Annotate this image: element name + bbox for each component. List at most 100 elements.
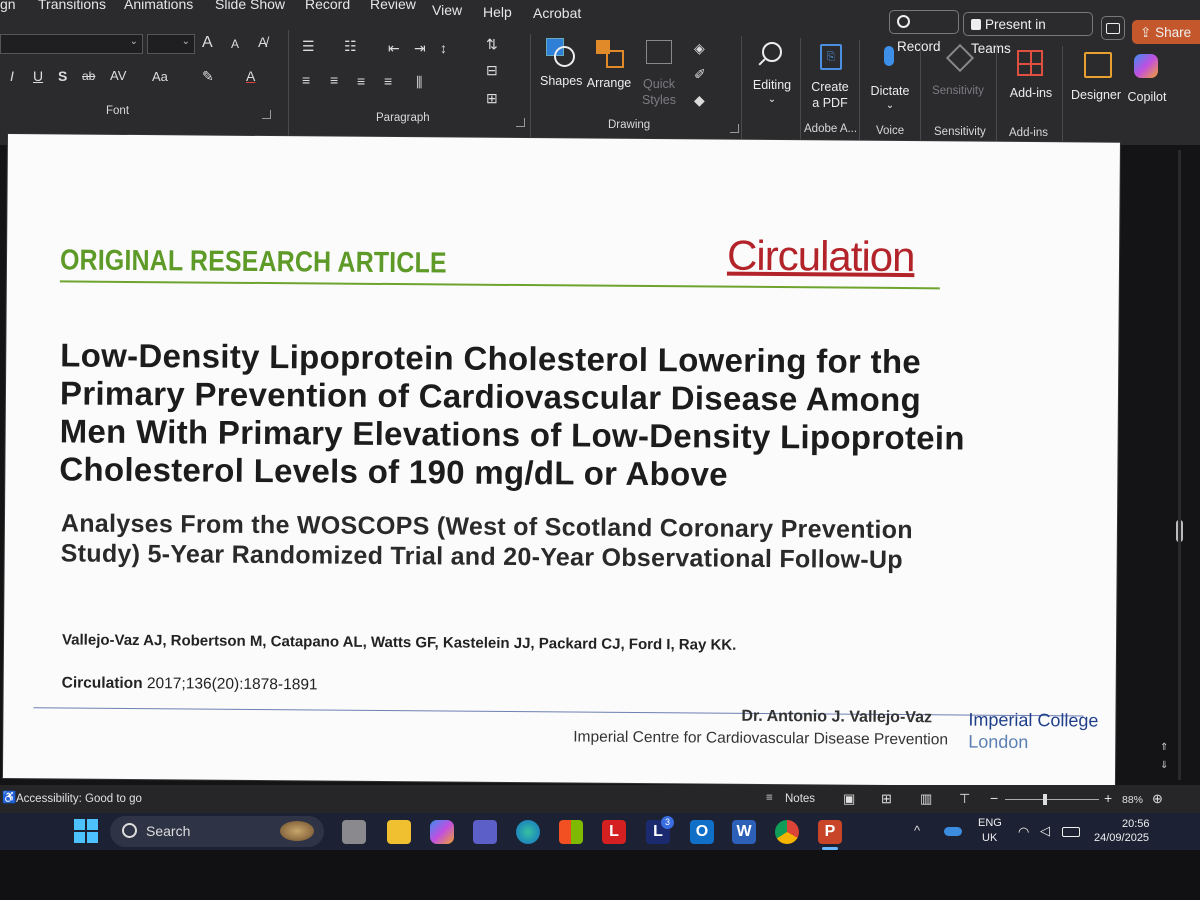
- volume-icon[interactable]: ◁: [1040, 823, 1050, 839]
- font-size-dropdown[interactable]: ⌄: [147, 34, 195, 54]
- teams-icon[interactable]: [473, 820, 497, 844]
- clock-time[interactable]: 20:56: [1122, 818, 1150, 830]
- numbering-icon[interactable]: ☷: [344, 38, 357, 55]
- tab-help[interactable]: Help: [483, 4, 512, 20]
- zoom-slider-thumb[interactable]: [1043, 794, 1047, 805]
- notes-button[interactable]: Notes: [785, 793, 815, 805]
- wifi-icon[interactable]: ◠: [1018, 824, 1029, 840]
- copilot-button[interactable]: Copilot: [1122, 54, 1172, 114]
- addins-button[interactable]: Add-ins: [1004, 50, 1058, 110]
- notes-icon[interactable]: ≡: [766, 792, 773, 804]
- comments-button[interactable]: [1101, 16, 1125, 40]
- quick-styles-label-1: Quick: [643, 77, 675, 91]
- dictate-button[interactable]: Dictate ⌄: [866, 46, 914, 116]
- align-right-icon[interactable]: ≡: [357, 73, 365, 89]
- show-hidden-icons[interactable]: ^: [914, 823, 920, 838]
- shrink-font-icon[interactable]: A: [231, 37, 239, 51]
- shape-effects-icon[interactable]: ◆: [694, 92, 705, 109]
- tab-slide-show[interactable]: Slide Show: [215, 0, 285, 12]
- tab-transitions[interactable]: Transitions: [38, 0, 106, 12]
- powerpoint-icon[interactable]: P: [818, 820, 842, 844]
- highlight-icon[interactable]: ✎: [202, 68, 214, 85]
- chevron-down-icon: ⌄: [129, 36, 138, 47]
- font-color-icon[interactable]: A: [246, 68, 255, 84]
- editing-button[interactable]: Editing ⌄: [748, 42, 796, 108]
- imperial-logo-line1: Imperial College: [968, 709, 1099, 731]
- edge-icon[interactable]: [516, 820, 540, 844]
- zoom-out-button[interactable]: −: [990, 790, 998, 806]
- arrange-button[interactable]: Arrange: [586, 40, 632, 106]
- smartart-icon[interactable]: ⊞: [486, 90, 498, 107]
- outlook-icon[interactable]: O: [690, 820, 714, 844]
- tab-design-partial[interactable]: gn: [0, 0, 16, 12]
- slide-canvas[interactable]: ORIGINAL RESEARCH ARTICLE Circulation Lo…: [2, 134, 1120, 787]
- shapes-button[interactable]: Shapes: [540, 38, 582, 104]
- tab-animations[interactable]: Animations: [124, 0, 193, 12]
- group-divider: [859, 40, 860, 148]
- record-button[interactable]: Record: [889, 10, 959, 54]
- shape-fill-icon[interactable]: ◈: [694, 40, 705, 57]
- underline-icon[interactable]: U: [33, 68, 43, 84]
- align-left-icon[interactable]: ≡: [302, 72, 310, 88]
- paragraph-launcher-icon[interactable]: [516, 118, 525, 127]
- font-name-dropdown[interactable]: ⌄: [0, 34, 143, 54]
- sensitivity-button[interactable]: Sensitivity: [926, 43, 990, 108]
- search-icon: [122, 823, 137, 838]
- change-case-icon[interactable]: Aa: [152, 69, 168, 84]
- tab-acrobat[interactable]: Acrobat: [533, 5, 581, 21]
- columns-icon[interactable]: ⫼: [416, 74, 422, 91]
- designer-button[interactable]: Designer: [1068, 52, 1124, 112]
- character-spacing-icon[interactable]: AV: [110, 68, 126, 83]
- task-view-icon[interactable]: [342, 820, 366, 844]
- start-button[interactable]: [74, 819, 98, 843]
- grow-font-icon[interactable]: A: [202, 34, 213, 52]
- line-spacing-icon[interactable]: ↕: [440, 40, 447, 56]
- shape-outline-icon[interactable]: ✐: [694, 66, 706, 83]
- app-l-red-icon[interactable]: L: [602, 820, 626, 844]
- bullets-icon[interactable]: ☰: [302, 38, 315, 55]
- accessibility-status[interactable]: Accessibility: Good to go: [16, 793, 142, 805]
- prev-slide-icon[interactable]: ⇑: [1160, 742, 1168, 753]
- align-text-icon[interactable]: ⊟: [486, 62, 498, 79]
- fit-to-window-icon[interactable]: ⊕: [1152, 791, 1163, 807]
- zoom-level[interactable]: 88%: [1122, 794, 1143, 806]
- word-icon[interactable]: W: [732, 820, 756, 844]
- align-center-icon[interactable]: ≡: [330, 72, 338, 88]
- next-slide-icon[interactable]: ⇓: [1160, 760, 1168, 771]
- chrome-icon[interactable]: [775, 820, 799, 844]
- language-indicator[interactable]: ENG: [978, 817, 1002, 829]
- taskbar-search[interactable]: Search: [110, 816, 324, 847]
- reading-view-icon[interactable]: ▥: [920, 791, 932, 807]
- quick-styles-button[interactable]: Quick Styles: [636, 40, 682, 110]
- present-in-teams-button[interactable]: Present in Teams: [963, 12, 1093, 56]
- slideshow-view-icon[interactable]: ⊤: [959, 791, 970, 807]
- store-icon[interactable]: [559, 820, 583, 844]
- tab-review[interactable]: Review: [370, 0, 416, 12]
- accessibility-icon[interactable]: ♿: [2, 790, 16, 804]
- zoom-slider[interactable]: [1005, 794, 1099, 805]
- file-explorer-icon[interactable]: [387, 820, 411, 844]
- share-button[interactable]: ⇪ Share: [1132, 20, 1200, 44]
- increase-indent-icon[interactable]: ⇥: [414, 40, 426, 57]
- tab-view[interactable]: View: [432, 2, 462, 18]
- clear-formatting-icon[interactable]: A̸: [258, 34, 267, 50]
- decrease-indent-icon[interactable]: ⇤: [388, 40, 400, 57]
- imperial-logo-line2: London: [968, 731, 1029, 753]
- italic-icon[interactable]: I: [10, 68, 14, 84]
- drawing-launcher-icon[interactable]: [730, 124, 739, 133]
- copilot-icon[interactable]: [430, 820, 454, 844]
- battery-icon[interactable]: [1062, 827, 1080, 837]
- clock-date[interactable]: 24/09/2025: [1094, 832, 1149, 844]
- text-shadow-icon[interactable]: S: [58, 68, 67, 84]
- region-indicator[interactable]: UK: [982, 832, 997, 844]
- create-pdf-button[interactable]: ⎘ Create a PDF: [806, 44, 854, 114]
- tab-record[interactable]: Record: [305, 0, 350, 12]
- font-launcher-icon[interactable]: [262, 110, 271, 119]
- justify-icon[interactable]: ≡: [384, 73, 392, 89]
- text-direction-icon[interactable]: ⇅: [486, 36, 498, 53]
- normal-view-icon[interactable]: ▣: [843, 791, 855, 807]
- slide-sorter-icon[interactable]: ⊞: [881, 791, 892, 807]
- onedrive-icon[interactable]: [944, 827, 962, 836]
- zoom-in-button[interactable]: +: [1104, 790, 1112, 806]
- strikethrough-icon[interactable]: ab: [82, 69, 95, 83]
